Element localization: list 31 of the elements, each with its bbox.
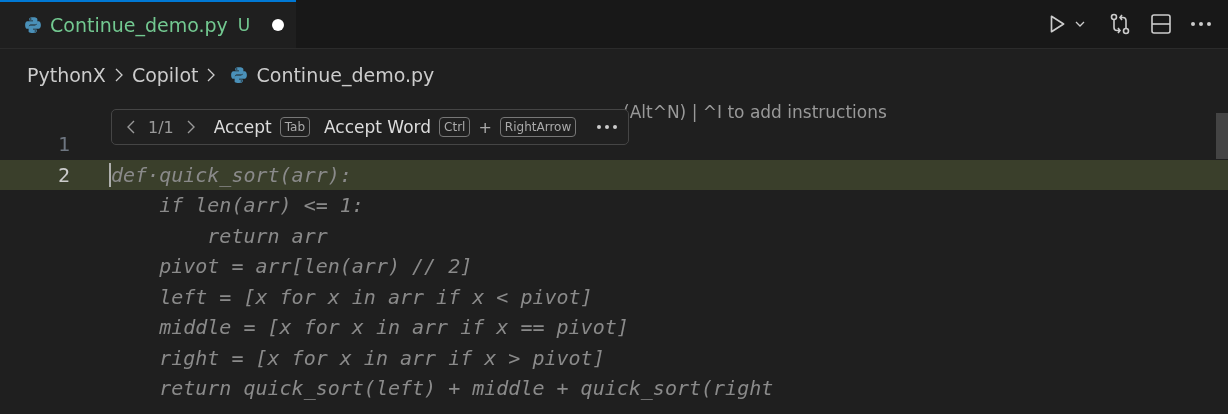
ghost-suggestion-text: middle = [x for x in arr if x == pivot] (158, 315, 629, 340)
keybinding: Tab (279, 117, 311, 137)
ghost-suggestion-text: left = [x for x in arr if x < pivot] (158, 284, 593, 309)
suggestion-counter: 1/1 (148, 117, 174, 137)
python-file-icon (24, 16, 42, 34)
breadcrumb-item[interactable]: Continue_demo.py (256, 64, 435, 86)
more-icon[interactable] (596, 124, 619, 130)
ghost-suggestion-text: return arr (206, 223, 328, 248)
editor-tab[interactable]: Continue_demo.py U (0, 0, 296, 48)
scrollbar[interactable] (1216, 113, 1228, 159)
tab-label: Continue_demo.py (50, 14, 228, 36)
ghost-suggestion-text: return quick_sort(left) + middle + quick_sort(right (158, 376, 774, 401)
breadcrumb-item[interactable]: PythonX (27, 64, 106, 86)
ghost-suggestion-text: right = [x for x in arr if x > pivot] (158, 345, 605, 370)
python-file-icon (230, 66, 249, 84)
ghost-suggestion-text: pivot = arr[len(arr) // 2] (158, 254, 473, 279)
ghost-suggestion-text: if len(arr) <= 1: (158, 193, 364, 218)
breadcrumb-item[interactable]: Copilot (131, 64, 199, 86)
line-number: 2 (56, 162, 70, 187)
line-number: 1 (56, 132, 70, 157)
keybinding: Ctrl (439, 117, 471, 137)
split-editor-icon[interactable] (1150, 13, 1172, 35)
keybinding: RightArrow (499, 117, 577, 137)
accept-button[interactable]: Accept (213, 117, 272, 137)
git-status-label: U (237, 15, 251, 35)
accept-word-button[interactable]: Accept Word (324, 117, 432, 137)
plus-sign: + (478, 117, 492, 137)
more-icon[interactable] (1190, 21, 1212, 27)
ghost-suggestion-text: def·quick_sort(arr): (111, 162, 352, 187)
text-cursor (109, 162, 111, 187)
compare-changes-icon[interactable] (1108, 12, 1132, 36)
